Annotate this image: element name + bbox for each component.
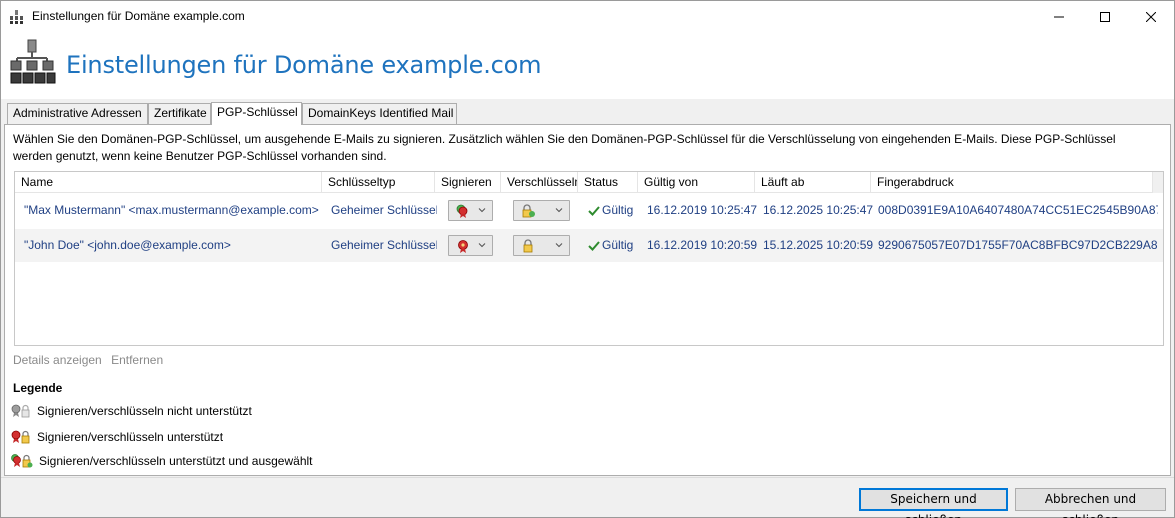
title-bar: Einstellungen für Domäne example.com — [1, 1, 1174, 32]
tab-panel: Wählen Sie den Domänen-PGP-Schlüssel, um… — [4, 124, 1171, 476]
not-supported-icon — [11, 404, 30, 418]
cell-fingerprint: 008D0391E9A10A6407480A74CC51EC2545B90A87 — [878, 203, 1158, 217]
cell-name: "Max Mustermann" <max.mustermann@example… — [24, 203, 319, 217]
minimize-icon — [1054, 16, 1064, 17]
sign-dropdown[interactable] — [448, 235, 493, 256]
minimize-button[interactable] — [1036, 1, 1082, 32]
status-text: Gültig — [602, 203, 634, 217]
table-row[interactable]: "John Doe" <john.doe@example.com> Geheim… — [15, 229, 1163, 262]
cancel-and-close-button[interactable]: Abbrechen und schließen — [1015, 488, 1166, 518]
sign-dropdown[interactable] — [448, 200, 493, 221]
chevron-down-icon — [555, 208, 563, 213]
legend-label: Signieren/verschlüsseln unterstützt und … — [39, 454, 313, 468]
maximize-button[interactable] — [1082, 1, 1128, 32]
cell-key-type: Geheimer Schlüssel — [331, 203, 437, 217]
description-text: Wählen Sie den Domänen-PGP-Schlüssel, um… — [13, 132, 1116, 163]
legend-label: Signieren/verschlüsseln nicht unterstütz… — [37, 404, 252, 418]
column-header-status[interactable]: Status — [578, 172, 638, 192]
column-header-fingerprint[interactable]: Fingerabdruck — [871, 172, 1152, 192]
tab-administrative-addresses[interactable]: Administrative Adressen — [7, 103, 148, 124]
pgp-key-table: Name Schlüsseltyp Signieren Verschlüssel… — [14, 171, 1164, 346]
cell-key-type: Geheimer Schlüssel — [331, 238, 437, 252]
details-link[interactable]: Details anzeigen — [13, 353, 102, 367]
column-header-key-type[interactable]: Schlüsseltyp — [322, 172, 435, 192]
action-links: Details anzeigen Entfernen — [13, 353, 169, 367]
save-and-close-button[interactable]: Speichern und schließen — [859, 488, 1008, 518]
dialog-header: Einstellungen für Domäne example.com — [1, 32, 1174, 99]
status-text: Gültig — [602, 238, 634, 252]
sign-supported-icon — [458, 240, 468, 253]
lock-selected-icon — [522, 204, 535, 218]
cell-name: "John Doe" <john.doe@example.com> — [24, 238, 231, 252]
tab-pgp-keys[interactable]: PGP-Schlüssel — [211, 102, 302, 125]
legend-label: Signieren/verschlüsseln unterstützt — [37, 430, 224, 444]
encrypt-dropdown[interactable] — [513, 235, 570, 256]
close-button[interactable] — [1128, 1, 1174, 32]
checkmark-icon — [588, 240, 600, 251]
app-icon — [10, 10, 23, 24]
cell-expires: 16.12.2025 10:25:47 — [763, 203, 874, 217]
table-header: Name Schlüsseltyp Signieren Verschlüssel… — [15, 172, 1152, 193]
chevron-down-icon — [478, 208, 486, 213]
table-row[interactable]: "Max Mustermann" <max.mustermann@example… — [15, 194, 1163, 227]
column-header-encrypt[interactable]: Verschlüsseln — [501, 172, 578, 192]
column-header-sign[interactable]: Signieren — [435, 172, 501, 192]
footer-divider — [1, 477, 1174, 478]
cell-expires: 15.12.2025 10:20:59 — [763, 238, 874, 252]
legend-item: Signieren/verschlüsseln unterstützt und … — [11, 452, 313, 470]
remove-link[interactable]: Entfernen — [111, 353, 163, 367]
cell-fingerprint: 9290675057E07D1755F70AC8BFBC97D2CB229A8E — [878, 238, 1158, 252]
status-valid: Gültig — [588, 229, 633, 262]
tab-certificates[interactable]: Zertifikate — [148, 103, 211, 124]
cell-valid-from: 16.12.2019 10:20:59 — [647, 238, 758, 252]
selected-icon — [11, 454, 33, 468]
close-icon — [1146, 11, 1156, 22]
maximize-icon — [1100, 11, 1110, 22]
legend-title: Legende — [13, 381, 63, 395]
status-valid: Gültig — [588, 194, 633, 227]
page-title: Einstellungen für Domäne example.com — [66, 51, 542, 79]
window-title: Einstellungen für Domäne example.com — [32, 9, 245, 23]
column-header-expires[interactable]: Läuft ab — [755, 172, 871, 192]
chevron-down-icon — [555, 243, 563, 248]
domain-settings-icon — [10, 39, 56, 84]
settings-window: Einstellungen für Domäne example.com Ein… — [0, 0, 1175, 518]
column-header-valid-from[interactable]: Gültig von — [638, 172, 755, 192]
header-scroll-corner — [1152, 172, 1163, 193]
legend-item: Signieren/verschlüsseln nicht unterstütz… — [11, 402, 252, 420]
tab-dkim[interactable]: DomainKeys Identified Mail — [302, 103, 457, 124]
chevron-down-icon — [478, 243, 486, 248]
legend-item: Signieren/verschlüsseln unterstützt — [11, 428, 223, 446]
checkmark-icon — [588, 205, 600, 216]
sign-selected-icon — [456, 204, 468, 218]
supported-icon — [11, 430, 30, 444]
column-header-name[interactable]: Name — [15, 172, 322, 192]
cell-valid-from: 16.12.2019 10:25:47 — [647, 203, 758, 217]
encrypt-dropdown[interactable] — [513, 200, 570, 221]
lock-supported-icon — [523, 239, 533, 253]
